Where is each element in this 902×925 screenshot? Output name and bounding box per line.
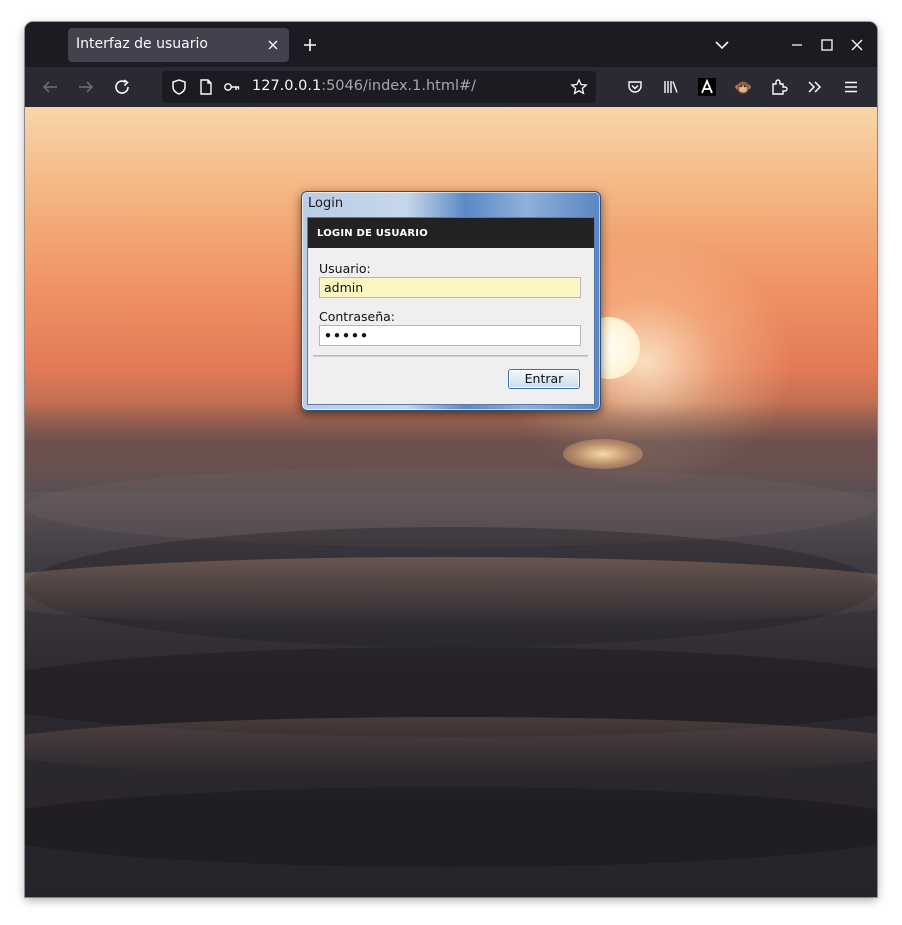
wave-highlight: [25, 557, 877, 627]
password-field[interactable]: •••••: [319, 325, 581, 346]
plus-icon[interactable]: [302, 37, 318, 53]
arrow-left-icon[interactable]: [41, 78, 59, 96]
reload-icon[interactable]: [113, 78, 131, 96]
key-icon[interactable]: [223, 78, 241, 96]
close-icon[interactable]: [849, 37, 865, 53]
wave-band: [25, 787, 877, 867]
hamburger-icon[interactable]: [842, 78, 860, 96]
browser-window: Interfaz de usuario 127.0.0.1:5046/index…: [25, 22, 877, 897]
password-label: Contraseña:: [319, 309, 395, 324]
monkey-icon[interactable]: [734, 78, 752, 96]
tab-title: Interfaz de usuario: [76, 36, 208, 52]
chevron-down-icon[interactable]: [714, 37, 730, 53]
nav-bar: 127.0.0.1:5046/index.1.html#/: [25, 67, 877, 107]
star-icon[interactable]: [570, 78, 588, 96]
username-label: Usuario:: [319, 261, 371, 276]
wave-highlight: [25, 717, 877, 777]
double-chevron-icon[interactable]: [806, 78, 824, 96]
tab-bar: Interfaz de usuario: [25, 22, 877, 67]
url-host: 127.0.0.1: [252, 78, 322, 94]
page-viewport: Login LOGIN DE USUARIO Usuario: admin Co…: [25, 107, 877, 897]
sun-reflection: [563, 439, 643, 469]
font-icon[interactable]: [698, 78, 716, 96]
username-field[interactable]: admin: [319, 277, 581, 298]
arrow-right-icon[interactable]: [77, 78, 95, 96]
active-tab[interactable]: Interfaz de usuario: [68, 28, 289, 62]
dialog-header-text: LOGIN DE USUARIO: [317, 228, 428, 239]
login-dialog: Login LOGIN DE USUARIO Usuario: admin Co…: [301, 191, 601, 411]
submit-button[interactable]: Entrar: [508, 369, 580, 389]
library-icon[interactable]: [662, 78, 680, 96]
dialog-divider: [313, 355, 588, 358]
puzzle-icon[interactable]: [770, 78, 788, 96]
page-icon[interactable]: [197, 78, 215, 96]
close-icon[interactable]: [265, 37, 281, 53]
dialog-body: LOGIN DE USUARIO Usuario: admin Contrase…: [307, 217, 595, 405]
url-text: 127.0.0.1:5046/index.1.html#/: [252, 78, 476, 94]
shield-icon[interactable]: [170, 78, 188, 96]
dialog-header: LOGIN DE USUARIO: [308, 218, 594, 248]
dialog-title: Login: [308, 196, 344, 211]
pocket-icon[interactable]: [626, 78, 644, 96]
url-bar[interactable]: 127.0.0.1:5046/index.1.html#/: [162, 71, 596, 103]
maximize-icon[interactable]: [819, 37, 835, 53]
minimize-icon[interactable]: [789, 37, 805, 53]
url-path: :5046/index.1.html#/: [321, 78, 477, 94]
